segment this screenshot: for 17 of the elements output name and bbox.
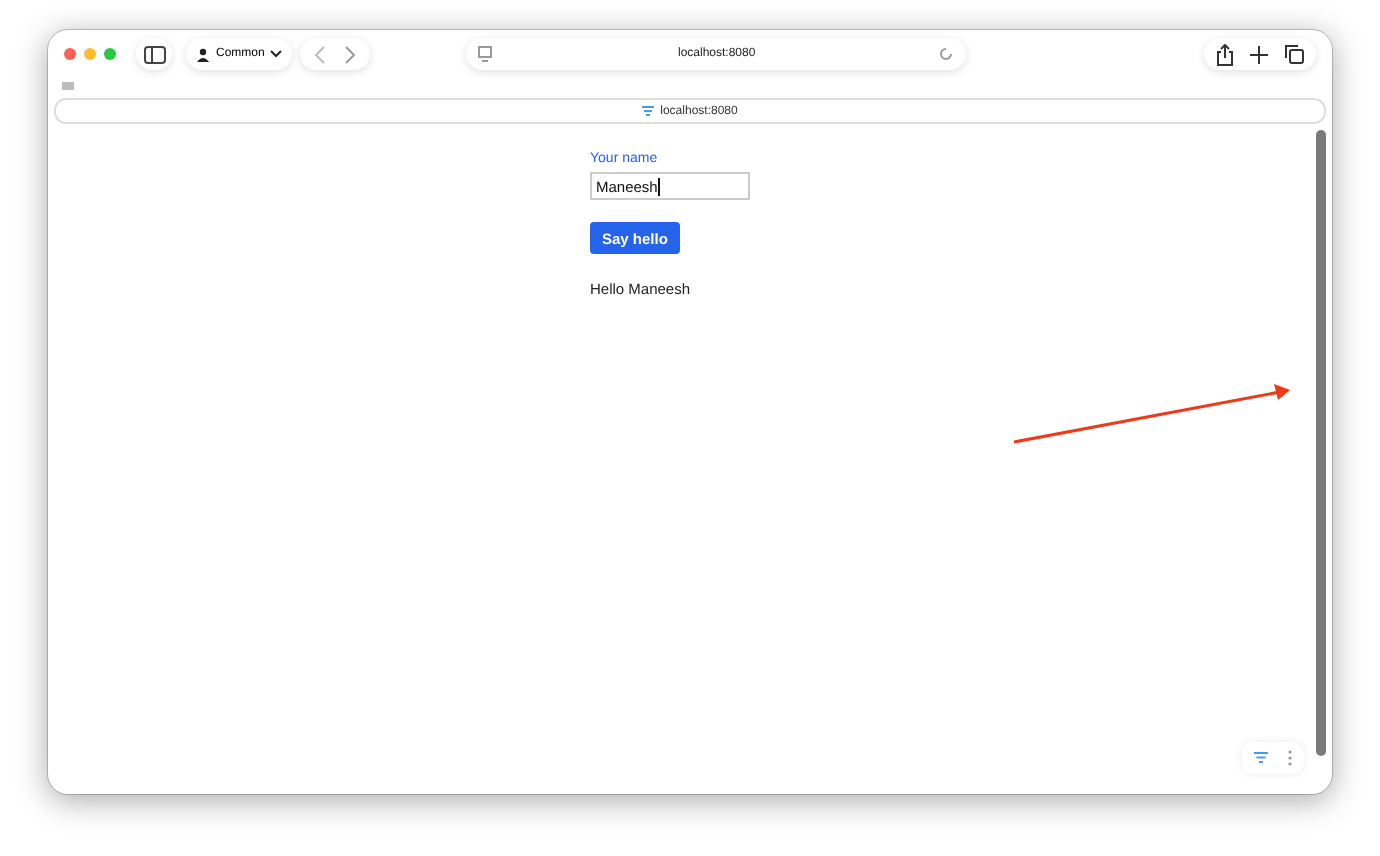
share-icon[interactable] <box>1216 43 1234 65</box>
reload-icon[interactable] <box>938 46 955 62</box>
tabs-icon[interactable] <box>1284 44 1304 64</box>
scrollbar[interactable] <box>1316 130 1326 756</box>
sidebar-icon <box>143 45 165 63</box>
chevron-down-icon <box>270 50 283 58</box>
filter-icon <box>642 105 655 117</box>
zoom-button[interactable] <box>104 48 116 60</box>
forward-icon[interactable] <box>344 45 357 63</box>
minimize-button[interactable] <box>84 48 96 60</box>
page-icon <box>478 45 493 63</box>
close-button[interactable] <box>64 48 76 60</box>
back-icon[interactable] <box>314 45 327 63</box>
sidebar-button[interactable] <box>136 38 172 70</box>
filter-icon[interactable] <box>1254 752 1268 764</box>
person-icon <box>196 47 210 61</box>
plus-icon[interactable] <box>1250 45 1268 63</box>
